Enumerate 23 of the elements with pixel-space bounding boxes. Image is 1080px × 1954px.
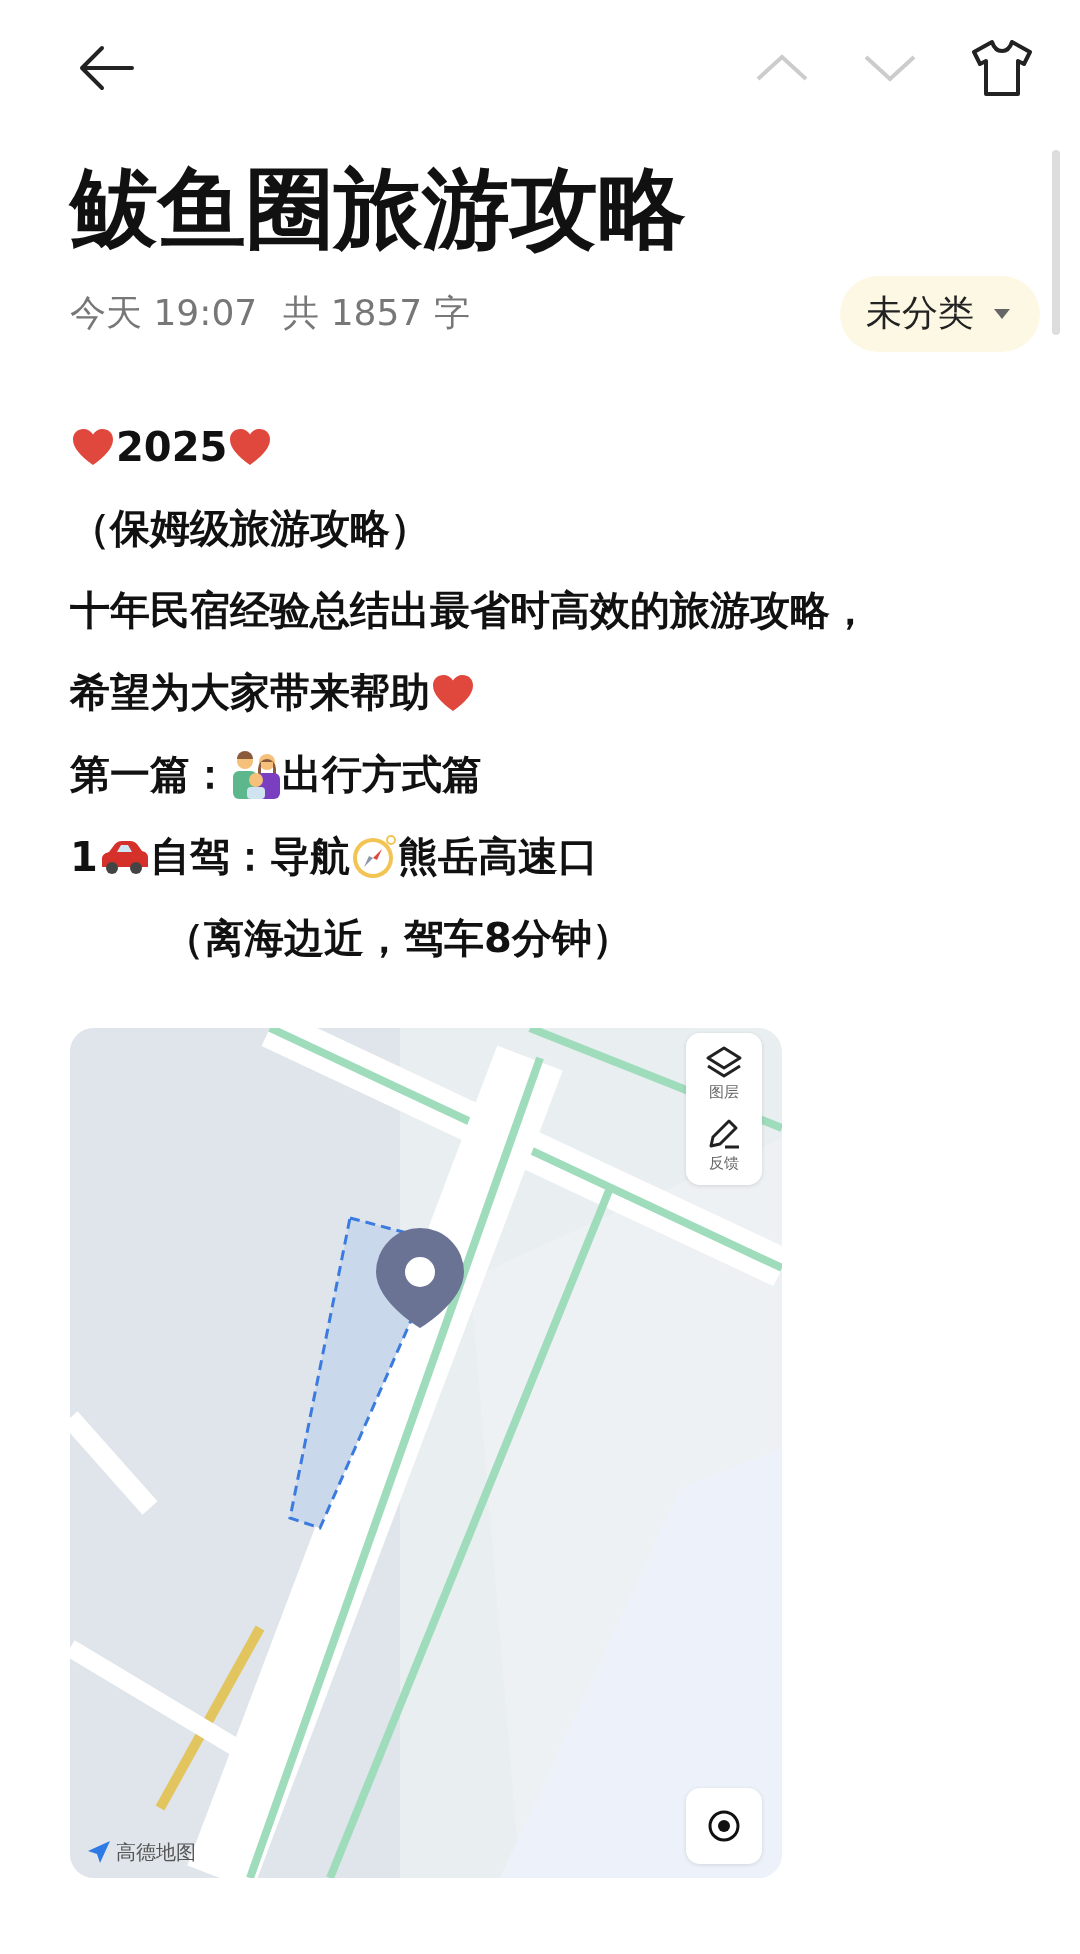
body-text: 熊岳高速口 [397,832,598,882]
body-text: 十年民宿经验总结出最省时高效的旅游攻略， [70,586,870,636]
map-control-button[interactable]: 反馈 [705,1111,743,1177]
body-text: 2025 [116,423,228,470]
word-count: 共 1857 字 [283,291,470,336]
family-icon [230,748,282,801]
heart-icon [70,426,116,467]
body-text: 希望为大家带来帮助 [70,668,430,718]
body-text: 1 [70,833,98,880]
edit-time: 今天 19:07 [70,291,258,336]
note-title: 鲅鱼圈旅游攻略 [70,156,686,262]
caret-icon [992,306,1012,321]
body-text: （保姆级旅游攻略） [70,504,430,554]
body-text: 第一篇： [70,750,230,800]
map-control-button[interactable]: 图层 [705,1040,743,1106]
body-text: 自驾：导航 [149,832,350,882]
locate-button[interactable] [686,1787,762,1864]
category-dropdown[interactable]: 未分类 [840,275,1040,352]
body-text: （离海边近，驾车8分钟） [164,914,632,964]
heart-icon [430,672,476,713]
map-logo-text: 高德地图 [116,1838,196,1866]
body-text: 出行方式篇 [282,750,482,800]
scrollbar[interactable] [1052,150,1060,335]
